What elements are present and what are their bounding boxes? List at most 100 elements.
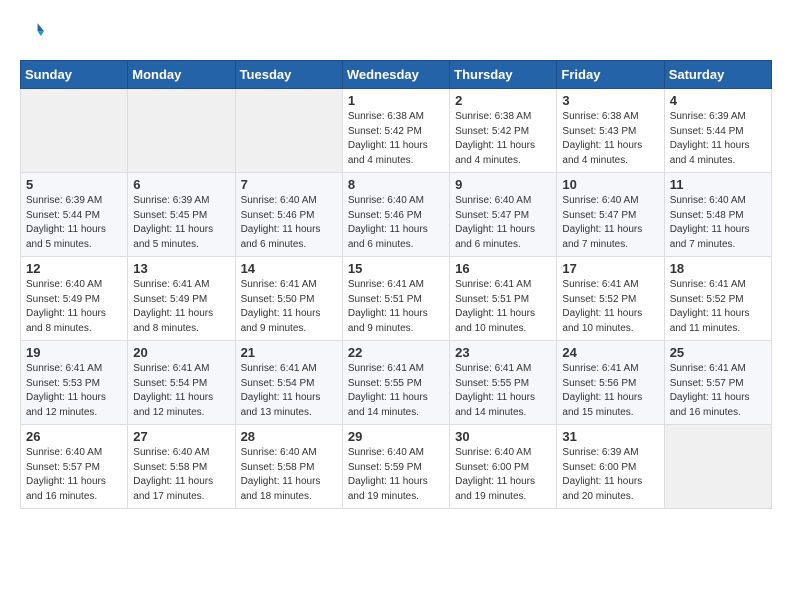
calendar-cell: 30 Sunrise: 6:40 AM Sunset: 6:00 PM Dayli… — [450, 425, 557, 509]
day-info: Sunrise: 6:39 AM Sunset: 5:44 PM Dayligh… — [670, 110, 766, 168]
day-number: 8 — [348, 177, 444, 192]
calendar-cell — [664, 425, 771, 509]
day-info: Sunrise: 6:40 AM Sunset: 5:58 PM Dayligh… — [133, 446, 229, 504]
day-info: Sunrise: 6:41 AM Sunset: 5:56 PM Dayligh… — [562, 362, 658, 420]
day-number: 7 — [241, 177, 337, 192]
day-number: 17 — [562, 261, 658, 276]
day-info: Sunrise: 6:41 AM Sunset: 5:55 PM Dayligh… — [348, 362, 444, 420]
calendar-cell: 28 Sunrise: 6:40 AM Sunset: 5:58 PM Dayli… — [235, 425, 342, 509]
day-number: 10 — [562, 177, 658, 192]
day-number: 13 — [133, 261, 229, 276]
calendar-table: SundayMondayTuesdayWednesdayThursdayFrid… — [20, 60, 772, 509]
day-number: 23 — [455, 345, 551, 360]
calendar-cell — [128, 89, 235, 173]
calendar-cell: 11Sunrise: 6:40 AM Sunset: 5:48 PM Dayli… — [664, 173, 771, 257]
day-info: Sunrise: 6:40 AM Sunset: 5:58 PM Dayligh… — [241, 446, 337, 504]
weekday-header: Tuesday — [235, 61, 342, 89]
day-info: Sunrise: 6:41 AM Sunset: 5:49 PM Dayligh… — [133, 278, 229, 336]
calendar-week-row: 1 Sunrise: 6:38 AM Sunset: 5:42 PM Daylig… — [21, 89, 772, 173]
day-number: 25 — [670, 345, 766, 360]
day-number: 20 — [133, 345, 229, 360]
calendar-cell: 14 Sunrise: 6:41 AM Sunset: 5:50 PM Dayli… — [235, 257, 342, 341]
calendar-cell: 19Sunrise: 6:41 AM Sunset: 5:53 PM Dayli… — [21, 341, 128, 425]
day-info: Sunrise: 6:41 AM Sunset: 5:51 PM Dayligh… — [455, 278, 551, 336]
calendar-cell — [235, 89, 342, 173]
calendar-cell: 13 Sunrise: 6:41 AM Sunset: 5:49 PM Dayli… — [128, 257, 235, 341]
weekday-header: Wednesday — [342, 61, 449, 89]
calendar-cell: 27 Sunrise: 6:40 AM Sunset: 5:58 PM Dayli… — [128, 425, 235, 509]
calendar-cell: 21 Sunrise: 6:41 AM Sunset: 5:54 PM Dayli… — [235, 341, 342, 425]
day-info: Sunrise: 6:39 AM Sunset: 5:45 PM Dayligh… — [133, 194, 229, 252]
day-info: Sunrise: 6:40 AM Sunset: 5:49 PM Dayligh… — [26, 278, 122, 336]
day-number: 24 — [562, 345, 658, 360]
day-info: Sunrise: 6:40 AM Sunset: 5:46 PM Dayligh… — [348, 194, 444, 252]
day-info: Sunrise: 6:40 AM Sunset: 6:00 PM Dayligh… — [455, 446, 551, 504]
calendar-cell — [21, 89, 128, 173]
day-number: 18 — [670, 261, 766, 276]
calendar-cell: 26 Sunrise: 6:40 AM Sunset: 5:57 PM Dayli… — [21, 425, 128, 509]
calendar-week-row: 12 Sunrise: 6:40 AM Sunset: 5:49 PM Dayli… — [21, 257, 772, 341]
day-number: 16 — [455, 261, 551, 276]
calendar-cell: 8 Sunrise: 6:40 AM Sunset: 5:46 PM Daylig… — [342, 173, 449, 257]
day-info: Sunrise: 6:41 AM Sunset: 5:50 PM Dayligh… — [241, 278, 337, 336]
calendar-cell: 25 Sunrise: 6:41 AM Sunset: 5:57 PM Dayli… — [664, 341, 771, 425]
day-info: Sunrise: 6:40 AM Sunset: 5:47 PM Dayligh… — [455, 194, 551, 252]
day-number: 15 — [348, 261, 444, 276]
day-number: 3 — [562, 93, 658, 108]
day-number: 21 — [241, 345, 337, 360]
day-number: 30 — [455, 429, 551, 444]
calendar-cell: 2 Sunrise: 6:38 AM Sunset: 5:42 PM Daylig… — [450, 89, 557, 173]
day-number: 22 — [348, 345, 444, 360]
day-info: Sunrise: 6:41 AM Sunset: 5:52 PM Dayligh… — [562, 278, 658, 336]
page-header — [20, 20, 772, 44]
calendar-cell: 12 Sunrise: 6:40 AM Sunset: 5:49 PM Dayli… — [21, 257, 128, 341]
calendar-cell: 9 Sunrise: 6:40 AM Sunset: 5:47 PM Daylig… — [450, 173, 557, 257]
day-number: 29 — [348, 429, 444, 444]
calendar-cell: 20Sunrise: 6:41 AM Sunset: 5:54 PM Dayli… — [128, 341, 235, 425]
day-info: Sunrise: 6:38 AM Sunset: 5:42 PM Dayligh… — [348, 110, 444, 168]
day-number: 27 — [133, 429, 229, 444]
day-number: 14 — [241, 261, 337, 276]
day-number: 26 — [26, 429, 122, 444]
calendar-cell: 23 Sunrise: 6:41 AM Sunset: 5:55 PM Dayli… — [450, 341, 557, 425]
calendar-cell: 22 Sunrise: 6:41 AM Sunset: 5:55 PM Dayli… — [342, 341, 449, 425]
calendar-cell: 24 Sunrise: 6:41 AM Sunset: 5:56 PM Dayli… — [557, 341, 664, 425]
day-number: 1 — [348, 93, 444, 108]
calendar-cell: 1 Sunrise: 6:38 AM Sunset: 5:42 PM Daylig… — [342, 89, 449, 173]
day-number: 2 — [455, 93, 551, 108]
calendar-cell: 5Sunrise: 6:39 AM Sunset: 5:44 PM Daylig… — [21, 173, 128, 257]
day-info: Sunrise: 6:41 AM Sunset: 5:54 PM Dayligh… — [241, 362, 337, 420]
day-info: Sunrise: 6:40 AM Sunset: 5:47 PM Dayligh… — [562, 194, 658, 252]
day-info: Sunrise: 6:40 AM Sunset: 5:48 PM Dayligh… — [670, 194, 766, 252]
logo — [20, 20, 46, 44]
weekday-header: Friday — [557, 61, 664, 89]
calendar-cell: 16 Sunrise: 6:41 AM Sunset: 5:51 PM Dayli… — [450, 257, 557, 341]
weekday-header: Sunday — [21, 61, 128, 89]
calendar-cell: 6Sunrise: 6:39 AM Sunset: 5:45 PM Daylig… — [128, 173, 235, 257]
calendar-cell: 15 Sunrise: 6:41 AM Sunset: 5:51 PM Dayli… — [342, 257, 449, 341]
day-info: Sunrise: 6:41 AM Sunset: 5:57 PM Dayligh… — [670, 362, 766, 420]
day-info: Sunrise: 6:40 AM Sunset: 5:57 PM Dayligh… — [26, 446, 122, 504]
calendar-week-row: 19Sunrise: 6:41 AM Sunset: 5:53 PM Dayli… — [21, 341, 772, 425]
day-number: 9 — [455, 177, 551, 192]
day-info: Sunrise: 6:38 AM Sunset: 5:42 PM Dayligh… — [455, 110, 551, 168]
calendar-header-row: SundayMondayTuesdayWednesdayThursdayFrid… — [21, 61, 772, 89]
calendar-week-row: 26 Sunrise: 6:40 AM Sunset: 5:57 PM Dayli… — [21, 425, 772, 509]
calendar-cell: 10 Sunrise: 6:40 AM Sunset: 5:47 PM Dayli… — [557, 173, 664, 257]
day-number: 5 — [26, 177, 122, 192]
calendar-cell: 17 Sunrise: 6:41 AM Sunset: 5:52 PM Dayli… — [557, 257, 664, 341]
day-number: 4 — [670, 93, 766, 108]
day-info: Sunrise: 6:39 AM Sunset: 6:00 PM Dayligh… — [562, 446, 658, 504]
day-info: Sunrise: 6:41 AM Sunset: 5:55 PM Dayligh… — [455, 362, 551, 420]
logo-icon — [20, 20, 44, 44]
day-number: 28 — [241, 429, 337, 444]
calendar-cell: 31Sunrise: 6:39 AM Sunset: 6:00 PM Dayli… — [557, 425, 664, 509]
calendar-cell: 18 Sunrise: 6:41 AM Sunset: 5:52 PM Dayli… — [664, 257, 771, 341]
day-number: 12 — [26, 261, 122, 276]
weekday-header: Monday — [128, 61, 235, 89]
calendar-cell: 4 Sunrise: 6:39 AM Sunset: 5:44 PM Daylig… — [664, 89, 771, 173]
day-info: Sunrise: 6:41 AM Sunset: 5:51 PM Dayligh… — [348, 278, 444, 336]
day-info: Sunrise: 6:38 AM Sunset: 5:43 PM Dayligh… — [562, 110, 658, 168]
day-info: Sunrise: 6:40 AM Sunset: 5:46 PM Dayligh… — [241, 194, 337, 252]
day-info: Sunrise: 6:41 AM Sunset: 5:52 PM Dayligh… — [670, 278, 766, 336]
